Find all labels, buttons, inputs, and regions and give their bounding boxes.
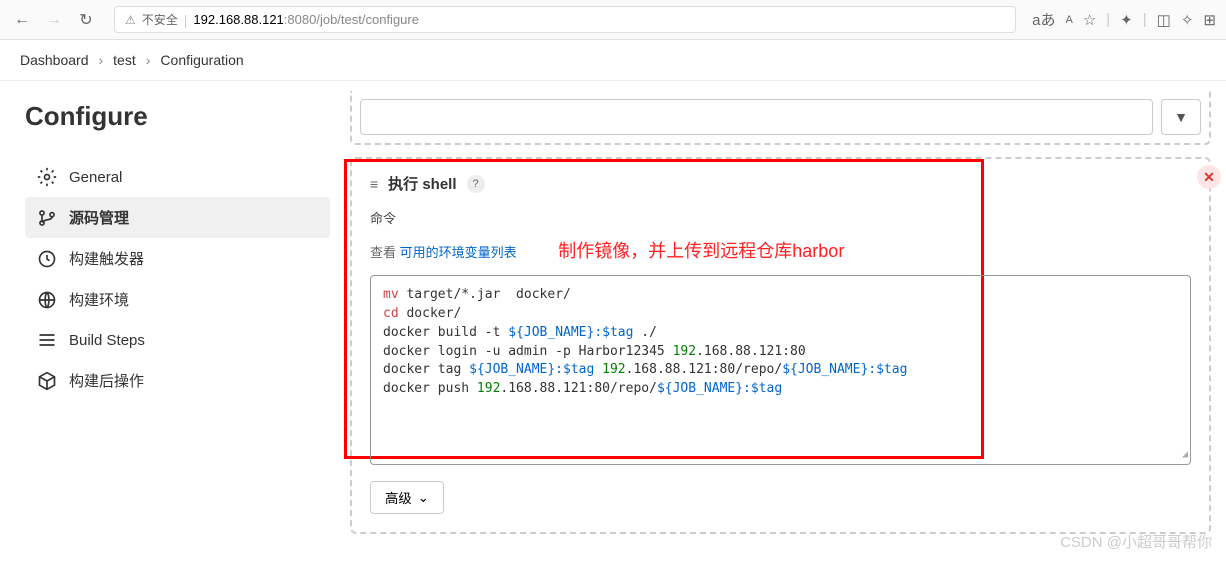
chevron-down-icon: ⌄ [418,490,429,506]
globe-icon [37,290,57,310]
breadcrumb-item[interactable]: Dashboard [20,52,89,68]
package-icon [37,371,57,391]
sidebar-item-label: Build Steps [69,332,145,349]
env-help-line: 查看 可用的环境变量列表 制作镜像，并上传到远程仓库harbor [370,237,1191,263]
breadcrumb-item[interactable]: Configuration [160,52,243,68]
text-size-icon[interactable]: A [1065,14,1072,26]
collections-icon[interactable]: ✧ [1181,11,1194,29]
forward-button[interactable]: → [42,8,66,32]
sidebar-item-environment[interactable]: 构建环境 [25,279,330,320]
translate-icon[interactable]: aあ [1032,9,1055,30]
gear-icon [37,167,57,187]
back-button[interactable]: ← [10,8,34,32]
help-icon[interactable]: ? [467,175,485,193]
sidebar-item-general[interactable]: General [25,157,330,197]
chevron-right-icon: › [146,52,151,68]
advanced-button[interactable]: 高级 ⌄ [370,481,444,514]
chevron-right-icon: › [99,52,104,68]
sidebar-toggle-icon[interactable]: ◫ [1157,11,1171,29]
env-link[interactable]: 可用的环境变量列表 [400,245,517,260]
insecure-label: 不安全 [142,11,178,28]
toolbar-icons: aあ A ☆ | ✦ | ◫ ✧ ⊞ [1032,9,1216,30]
see-label: 查看 [370,245,396,260]
shell-step-section: ✕ ≡ 执行 shell ? 命令 查看 可用的环境变量列表 制作镜像，并上传到… [350,157,1211,534]
resize-handle[interactable]: ◢ [1182,448,1188,463]
refresh-button[interactable]: ↻ [74,8,98,32]
favorite-icon[interactable]: ☆ [1083,11,1096,29]
shell-title: 执行 shell [388,173,456,194]
browser-chrome: ← → ↻ ⚠ 不安全 | 192.168.88.121:8080/job/te… [0,0,1226,40]
extension-icon[interactable]: ✦ [1120,11,1133,29]
branch-icon [37,208,57,228]
remove-step-button[interactable]: ✕ [1197,165,1221,189]
page-title: Configure [25,101,330,132]
steps-icon [37,330,57,350]
app-icon[interactable]: ⊞ [1203,11,1216,29]
text-input[interactable] [360,99,1153,135]
breadcrumb: Dashboard › test › Configuration [0,40,1226,81]
sidebar: Configure General 源码管理 构建触发器 构建环境 Build … [0,81,340,554]
sidebar-item-scm[interactable]: 源码管理 [25,197,330,238]
drag-handle-icon[interactable]: ≡ [370,176,378,192]
sidebar-item-label: General [69,169,122,186]
sidebar-item-triggers[interactable]: 构建触发器 [25,238,330,279]
warning-icon: ⚠ [125,13,136,27]
sidebar-item-post-build[interactable]: 构建后操作 [25,360,330,401]
address-bar[interactable]: ⚠ 不安全 | 192.168.88.121:8080/job/test/con… [114,6,1016,33]
sidebar-item-label: 构建环境 [69,289,129,310]
sidebar-item-label: 构建触发器 [69,248,144,269]
command-textarea[interactable]: mv target/*.jar docker/ cd docker/ docke… [370,275,1191,465]
previous-step-section: ▼ [350,91,1211,145]
content-area: ▼ ✕ ≡ 执行 shell ? 命令 查看 可用的环境变量列表 制作镜像，并上… [340,81,1226,554]
url-text: 192.168.88.121:8080/job/test/configure [193,12,419,27]
sidebar-item-build-steps[interactable]: Build Steps [25,320,330,360]
sidebar-item-label: 源码管理 [69,207,129,228]
clock-icon [37,249,57,269]
sidebar-item-label: 构建后操作 [69,370,144,391]
breadcrumb-item[interactable]: test [113,52,136,68]
dropdown-button[interactable]: ▼ [1161,99,1201,135]
command-label: 命令 [370,208,1191,227]
annotation-text: 制作镜像，并上传到远程仓库harbor [558,241,844,261]
